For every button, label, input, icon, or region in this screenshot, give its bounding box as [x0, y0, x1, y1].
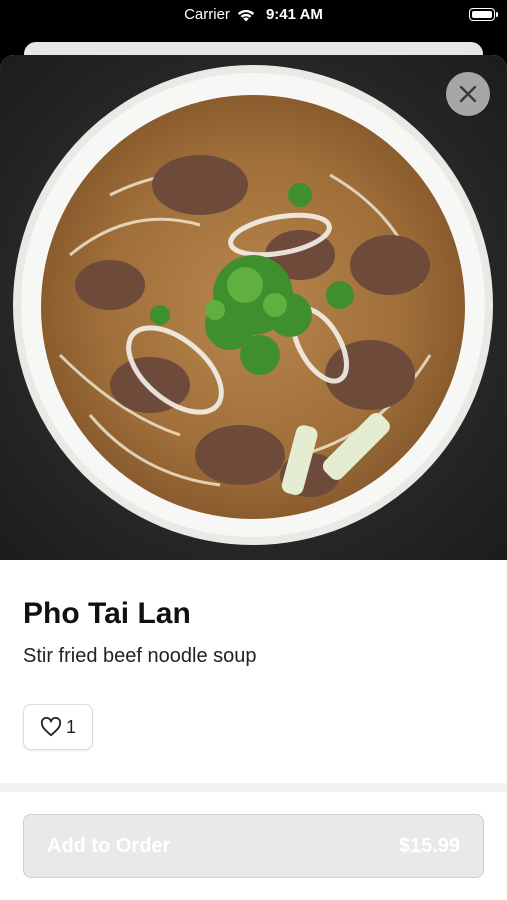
- heart-icon: [40, 717, 62, 737]
- close-icon: [459, 85, 477, 103]
- battery-icon: [469, 8, 498, 21]
- add-to-order-button[interactable]: Add to Order $15.99: [23, 814, 484, 878]
- wifi-icon: [237, 9, 255, 21]
- like-button[interactable]: 1: [23, 704, 93, 750]
- product-detail-sheet: Pho Tai Lan Stir fried beef noodle soup …: [0, 55, 507, 900]
- pho-bowl-illustration: [13, 65, 493, 545]
- status-center: Carrier 9:41 AM: [0, 6, 507, 23]
- order-price: $15.99: [398, 834, 460, 857]
- close-button[interactable]: [446, 72, 490, 116]
- product-description: Stir fried beef noodle soup: [23, 645, 257, 667]
- pho-bowl-image: [0, 55, 507, 560]
- add-to-order-label: Add to Order: [47, 834, 171, 857]
- status-bar: Carrier 9:41 AM: [0, 0, 507, 34]
- product-title: Pho Tai Lan: [23, 597, 191, 630]
- carrier-label: Carrier: [184, 6, 230, 23]
- section-divider: [0, 783, 507, 792]
- clock: 9:41 AM: [265, 6, 323, 23]
- like-count: 1: [65, 716, 76, 737]
